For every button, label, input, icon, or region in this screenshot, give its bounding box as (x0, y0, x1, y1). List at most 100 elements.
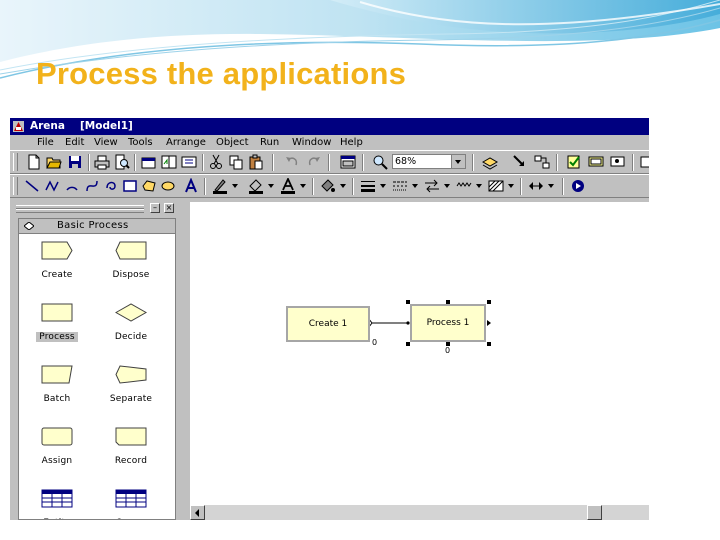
arrow-style-dropdown[interactable] (444, 184, 450, 188)
line-pattern-icon[interactable] (456, 178, 472, 194)
create-module-block[interactable]: Create 1 (286, 306, 370, 342)
menu-run[interactable]: Run (260, 135, 279, 150)
selection-handle[interactable] (406, 342, 410, 346)
run-setup-icon[interactable] (570, 178, 586, 194)
module-label-batch[interactable]: Batch (27, 394, 87, 404)
text-color-dropdown[interactable] (300, 184, 306, 188)
save-icon[interactable] (67, 154, 83, 170)
print-preview-icon[interactable] (114, 154, 130, 170)
zoom-dropdown[interactable]: 68% (392, 154, 466, 169)
entity-module-icon[interactable] (41, 489, 74, 509)
fill-pattern-dropdown[interactable] (508, 184, 514, 188)
module-label-create[interactable]: Create (27, 270, 87, 280)
model-canvas[interactable]: Create 1 0 Process 1 0 (190, 202, 649, 505)
redo-icon[interactable] (306, 154, 322, 170)
arrow-style-icon[interactable] (424, 178, 440, 194)
fill-color-icon[interactable] (248, 178, 264, 194)
line-pattern-dropdown[interactable] (476, 184, 482, 188)
menu-window[interactable]: Window (292, 135, 331, 150)
zoom-dropdown-arrow[interactable] (451, 155, 465, 168)
module-label-record[interactable]: Record (101, 456, 161, 466)
zoom-icon[interactable] (372, 154, 388, 170)
module-label-decide[interactable]: Decide (101, 332, 161, 342)
print-icon[interactable] (94, 154, 110, 170)
toolbar-grip[interactable] (13, 177, 18, 195)
text-tool-icon[interactable] (183, 178, 199, 194)
module-label-assign[interactable]: Assign (27, 456, 87, 466)
undo-icon[interactable] (284, 154, 300, 170)
fill-pattern-icon[interactable] (488, 178, 504, 194)
queue-module-icon[interactable] (115, 489, 148, 509)
box-tool-icon[interactable] (122, 178, 138, 194)
window-title-bar[interactable]: Arena [Model1] (10, 118, 649, 135)
record-module-icon[interactable] (115, 427, 148, 447)
background-color-dropdown[interactable] (340, 184, 346, 188)
line-tool-icon[interactable] (24, 178, 40, 194)
menu-arrange[interactable]: Arrange (166, 135, 206, 150)
bezier-tool-icon[interactable] (84, 178, 100, 194)
selection-handle[interactable] (406, 300, 410, 304)
menu-view[interactable]: View (94, 135, 118, 150)
dispose-module-icon[interactable] (115, 241, 148, 261)
text-color-icon[interactable] (280, 178, 296, 194)
selection-handle[interactable] (446, 300, 450, 304)
panel-grip[interactable] (16, 209, 144, 213)
batch-module-icon[interactable] (41, 365, 74, 385)
split-screen-icon[interactable] (161, 154, 177, 170)
animate-icon[interactable] (588, 154, 604, 170)
scroll-left-button[interactable] (190, 505, 205, 520)
layers-icon[interactable] (141, 154, 157, 170)
module-label-separate[interactable]: Separate (101, 394, 161, 404)
panel-minimize-button[interactable]: – (150, 203, 160, 213)
basic-process-panel-header[interactable]: Basic Process (19, 219, 175, 234)
line-style-dropdown[interactable] (412, 184, 418, 188)
arc-tool-icon[interactable] (64, 178, 80, 194)
selection-handle[interactable] (487, 342, 491, 346)
selection-handle[interactable] (487, 300, 491, 304)
window-background-icon[interactable] (320, 178, 336, 194)
polygon-tool-icon[interactable] (141, 178, 157, 194)
exit-point-icon[interactable] (487, 320, 491, 326)
dimensions-dropdown[interactable] (548, 184, 554, 188)
module-label-entity[interactable]: Entity (27, 518, 87, 519)
show-dimensions-icon[interactable] (528, 178, 544, 194)
menu-tools[interactable]: Tools (128, 135, 153, 150)
message-icon[interactable] (610, 154, 626, 170)
separate-module-icon[interactable] (115, 365, 148, 385)
layer-toggle-icon[interactable] (482, 154, 498, 170)
horizontal-scrollbar[interactable] (190, 505, 649, 520)
line-color-dropdown[interactable] (232, 184, 238, 188)
connect-arrow-icon[interactable] (511, 154, 527, 170)
menu-edit[interactable]: Edit (65, 135, 84, 150)
submodel-icon[interactable] (640, 154, 649, 170)
module-label-process[interactable]: Process (36, 332, 78, 342)
line-width-icon[interactable] (360, 178, 376, 194)
collapse-diamond-icon[interactable] (24, 222, 34, 230)
cut-icon[interactable] (208, 154, 224, 170)
fill-color-dropdown[interactable] (268, 184, 274, 188)
module-label-queue[interactable]: Queue (101, 518, 161, 519)
line-style-icon[interactable] (392, 178, 408, 194)
module-label-dispose[interactable]: Dispose (101, 270, 161, 280)
spiral-tool-icon[interactable] (103, 178, 119, 194)
assign-module-icon[interactable] (41, 427, 74, 447)
polyline-tool-icon[interactable] (44, 178, 60, 194)
project-bar-header[interactable]: – × (14, 202, 179, 214)
open-folder-icon[interactable] (46, 154, 62, 170)
decide-module-icon[interactable] (115, 303, 148, 323)
line-width-dropdown[interactable] (380, 184, 386, 188)
copy-icon[interactable] (228, 154, 244, 170)
scroll-thumb[interactable] (587, 505, 602, 520)
check-model-icon[interactable] (566, 154, 582, 170)
ellipse-tool-icon[interactable] (160, 178, 176, 194)
panel-close-button[interactable]: × (164, 203, 174, 213)
process-module-block[interactable]: Process 1 (410, 304, 486, 342)
connector-icon[interactable] (534, 154, 550, 170)
view-region-icon[interactable] (340, 154, 356, 170)
create-module-icon[interactable] (41, 241, 74, 261)
menu-help[interactable]: Help (340, 135, 363, 150)
line-color-icon[interactable] (212, 178, 228, 194)
menu-file[interactable]: File (37, 135, 54, 150)
browse-icon[interactable] (181, 154, 197, 170)
process-module-icon[interactable] (41, 303, 74, 323)
